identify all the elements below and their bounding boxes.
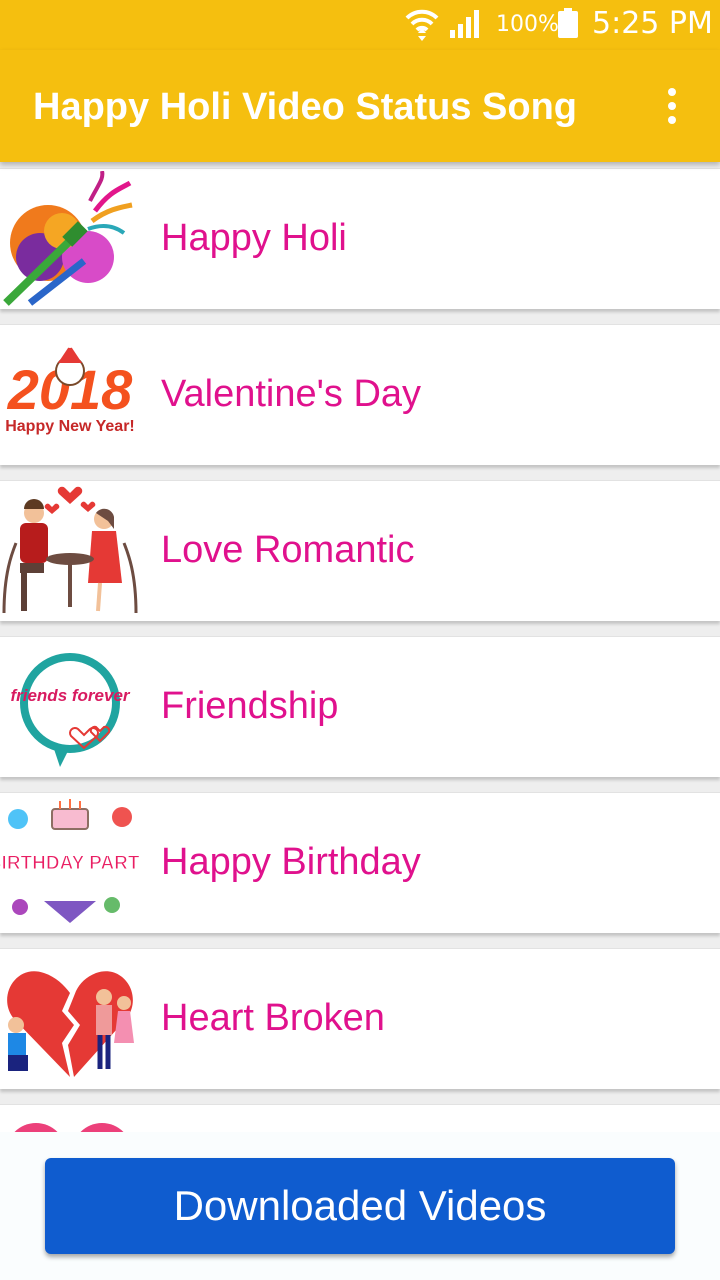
birthday-party-text: BIRTHDAY PARTY [0,853,140,874]
list-item-label: Happy Birthday [161,841,421,883]
list-item-label: Love Romantic [161,529,415,571]
status-time: 5:25 PM [592,6,713,41]
category-list[interactable]: Happy Holi 2018 Happy New Year! Valentin… [0,162,720,1132]
list-item-heart-broken[interactable]: Heart Broken [0,948,720,1089]
app-title: Happy Holi Video Status Song [33,86,578,128]
bottom-bar: Downloaded Videos [0,1132,720,1280]
battery-icon [558,8,578,38]
list-item-partial[interactable] [0,1104,720,1132]
friends-forever-text: friends forever [10,686,130,705]
list-item-friendship[interactable]: friends forever Friendship [0,636,720,777]
broken-heart-icon [7,971,134,1077]
downloaded-videos-button[interactable]: Downloaded Videos [45,1158,675,1254]
app-bar: Happy Holi Video Status Song [0,50,720,162]
new-year-2018-icon: 2018 Happy New Year! [5,340,135,435]
list-item-label: Valentine's Day [161,373,422,415]
list-item-label: Heart Broken [161,997,385,1039]
list-item-label: Friendship [161,685,339,727]
list-item-valentines-day[interactable]: 2018 Happy New Year! Valentine's Day [0,324,720,465]
status-bar: 100% 5:25 PM [0,0,720,50]
overflow-menu-icon[interactable] [650,80,694,132]
romantic-couple-icon [2,486,138,614]
new-year-caption: Happy New Year! [5,418,135,435]
wifi-icon [405,9,439,41]
list-item-love-romantic[interactable]: Love Romantic [0,480,720,621]
friends-forever-icon: friends forever [10,653,131,767]
list-item-happy-holi[interactable]: Happy Holi [0,168,720,309]
battery-percent: 100% [496,12,559,37]
birthday-party-icon: BIRTHDAY PARTY [0,799,140,923]
next-item-icon [14,1123,124,1132]
signal-icon [450,10,479,38]
list-item-happy-birthday[interactable]: BIRTHDAY PARTY Happy Birthday [0,792,720,933]
list-item-label: Happy Holi [161,217,347,259]
holi-colors-icon [3,171,133,306]
